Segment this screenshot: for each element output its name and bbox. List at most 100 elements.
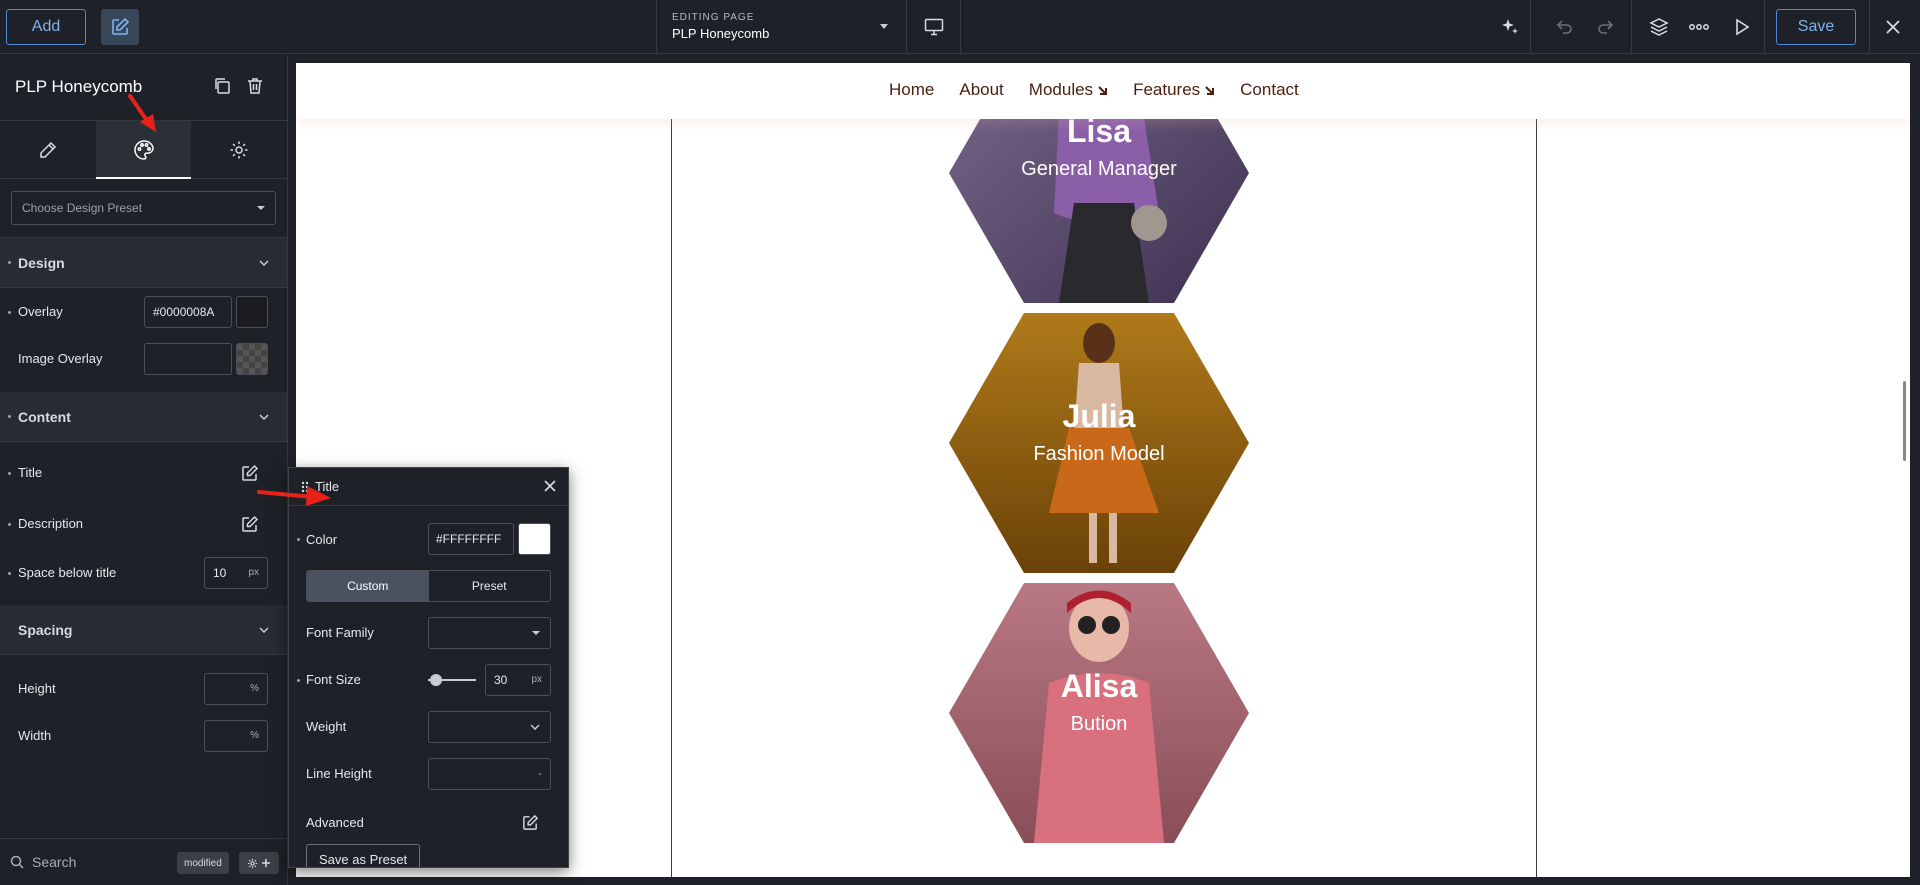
title-color-input[interactable]: #FFFFFFFF bbox=[428, 523, 514, 555]
edit-title-button[interactable] bbox=[241, 464, 259, 482]
font-size-slider[interactable] bbox=[428, 664, 476, 696]
nav-contact[interactable]: Contact bbox=[1240, 80, 1299, 100]
team-member-card[interactable]: Julia Fashion Model bbox=[949, 313, 1249, 573]
overlay-row: Overlay #0000008A bbox=[0, 288, 287, 335]
custom-tab[interactable]: Custom bbox=[307, 570, 429, 601]
typography-mode-toggle: Custom Preset bbox=[306, 569, 551, 602]
toolbar-divider bbox=[1764, 0, 1765, 54]
modified-filter-badge[interactable]: modified bbox=[177, 852, 229, 874]
plus-icon bbox=[262, 859, 270, 867]
add-setting-filter-button[interactable] bbox=[239, 852, 279, 874]
edit-icon bbox=[242, 464, 259, 481]
nav-modules[interactable]: Modules bbox=[1029, 80, 1108, 100]
close-popover-button[interactable] bbox=[544, 480, 556, 492]
width-input[interactable]: % bbox=[204, 719, 268, 752]
chevron-down-icon bbox=[259, 259, 269, 266]
modified-dot bbox=[297, 538, 300, 541]
color-row: Color #FFFFFFFF bbox=[289, 516, 568, 562]
palette-icon bbox=[133, 139, 154, 160]
ai-sparkle-button[interactable] bbox=[1489, 0, 1531, 54]
delete-button[interactable] bbox=[246, 77, 264, 95]
redo-button[interactable] bbox=[1585, 0, 1627, 54]
overlay-color-swatch[interactable] bbox=[236, 295, 268, 328]
annotation-arrow-icon bbox=[128, 94, 156, 132]
chevron-down-icon bbox=[880, 24, 888, 29]
duplicate-button[interactable] bbox=[213, 77, 231, 95]
chevron-down-icon bbox=[259, 413, 269, 420]
add-button[interactable]: Add bbox=[6, 9, 86, 45]
weight-select[interactable] bbox=[428, 710, 551, 743]
modified-dot bbox=[297, 678, 300, 682]
section-content[interactable]: Content bbox=[0, 392, 287, 442]
edit-description-button[interactable] bbox=[241, 515, 259, 533]
annotation-arrow-icon bbox=[257, 486, 331, 506]
toolbar-divider bbox=[1869, 0, 1870, 54]
nav-home[interactable]: Home bbox=[889, 80, 934, 100]
nav-features[interactable]: Features bbox=[1133, 80, 1215, 100]
undo-button[interactable] bbox=[1543, 0, 1585, 54]
member-name: Julia bbox=[1062, 398, 1136, 434]
overlay-label: Overlay bbox=[18, 304, 63, 319]
close-icon bbox=[1886, 20, 1900, 34]
description-row: Description bbox=[0, 498, 287, 549]
modified-dot bbox=[8, 471, 11, 475]
line-height-input[interactable]: - bbox=[428, 757, 551, 790]
edit-icon bbox=[523, 814, 539, 830]
edit-mode-button[interactable] bbox=[101, 9, 139, 45]
settings-search-bar[interactable]: Search modified bbox=[0, 838, 287, 885]
more-options-button[interactable] bbox=[1678, 0, 1720, 54]
overlay-color-input[interactable]: #0000008A bbox=[144, 295, 232, 328]
title-row: Title bbox=[0, 447, 287, 498]
height-input[interactable]: % bbox=[204, 672, 268, 705]
edit-icon bbox=[112, 17, 130, 35]
device-preview-button[interactable] bbox=[907, 0, 961, 54]
section-design[interactable]: Design bbox=[0, 238, 287, 288]
advanced-label: Advanced bbox=[306, 814, 364, 830]
left-settings-panel: PLP Honeycomb Choose Design Preset Desig… bbox=[0, 55, 288, 885]
space-below-title-input[interactable]: 10 px bbox=[204, 556, 268, 589]
design-preset-select[interactable]: Choose Design Preset bbox=[11, 191, 276, 225]
member-name: Alisa bbox=[1060, 668, 1138, 704]
close-editor-button[interactable] bbox=[1872, 0, 1914, 54]
tab-advanced-settings[interactable] bbox=[191, 121, 287, 178]
slider-handle[interactable] bbox=[430, 673, 442, 686]
title-color-swatch[interactable] bbox=[518, 523, 551, 555]
member-role: Fashion Model bbox=[1033, 443, 1165, 465]
slider-track bbox=[428, 673, 476, 686]
save-button[interactable]: Save bbox=[1776, 9, 1856, 45]
unit-label: % bbox=[250, 683, 259, 694]
image-overlay-label: Image Overlay bbox=[18, 351, 103, 366]
team-member-card[interactable]: Alisa Bution bbox=[949, 583, 1249, 843]
font-size-value: 30 bbox=[494, 672, 508, 687]
arrow-down-right-icon bbox=[1205, 85, 1215, 95]
canvas-scrollbar[interactable] bbox=[1903, 381, 1906, 461]
edit-advanced-button[interactable] bbox=[522, 814, 539, 831]
module-title: PLP Honeycomb bbox=[15, 77, 143, 96]
space-below-title-label: Space below title bbox=[18, 565, 117, 580]
layers-button[interactable] bbox=[1638, 0, 1680, 54]
page-selector[interactable]: EDITING PAGE PLP Honeycomb bbox=[656, 0, 907, 54]
preview-play-button[interactable] bbox=[1721, 0, 1763, 54]
font-family-select[interactable] bbox=[428, 616, 551, 649]
site-nav-menu: Home About Modules Features Contact bbox=[889, 80, 1299, 100]
tab-content[interactable] bbox=[0, 121, 96, 178]
edit-icon bbox=[242, 515, 259, 532]
column-guide-right bbox=[1536, 63, 1537, 877]
column-guide-left bbox=[671, 63, 672, 877]
trash-icon bbox=[248, 78, 262, 94]
section-spacing[interactable]: Spacing bbox=[0, 605, 287, 655]
member-role: General Manager bbox=[1021, 158, 1177, 180]
modified-dot bbox=[8, 522, 11, 526]
editing-page-name: PLP Honeycomb bbox=[672, 26, 770, 41]
preset-tab[interactable]: Preset bbox=[429, 571, 551, 601]
layers-icon bbox=[1649, 18, 1669, 36]
image-overlay-color-input[interactable] bbox=[144, 342, 232, 375]
nav-about[interactable]: About bbox=[959, 80, 1003, 100]
unit-label: % bbox=[250, 730, 259, 741]
section-spacing-label: Spacing bbox=[18, 621, 73, 638]
image-overlay-color-swatch[interactable] bbox=[236, 342, 268, 375]
arrow-down-right-icon bbox=[1098, 85, 1108, 95]
duplicate-icon bbox=[215, 78, 230, 94]
save-as-preset-button[interactable]: Save as Preset bbox=[306, 844, 421, 867]
font-size-input[interactable]: 30 px bbox=[485, 663, 551, 696]
